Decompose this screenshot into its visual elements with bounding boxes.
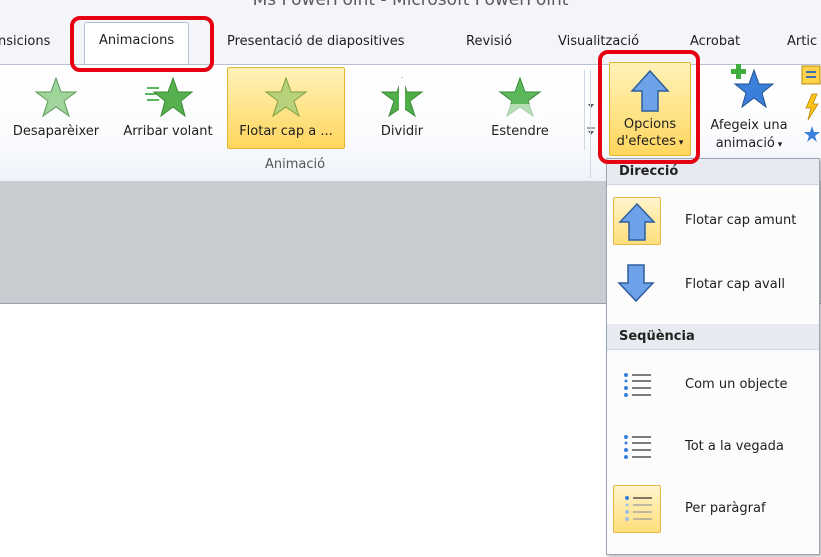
menu-item-label: Flotar cap amunt bbox=[685, 213, 797, 228]
menu-item-label: Flotar cap avall bbox=[685, 277, 785, 292]
animation-disappear[interactable]: Desaparèixer bbox=[0, 66, 112, 150]
star-split-icon bbox=[380, 76, 424, 118]
animation-label: Flotar cap a ... bbox=[239, 124, 333, 139]
add-animation-button[interactable]: Afegeix una animació ▾ bbox=[700, 60, 798, 152]
group-separator bbox=[590, 70, 591, 178]
tab-view[interactable]: Visualització bbox=[558, 34, 639, 49]
menu-item-by-paragraph[interactable]: Per paràgraf bbox=[607, 479, 819, 541]
add-animation-label-2: animació bbox=[715, 136, 775, 151]
menu-item-all-at-once[interactable]: Tot a la vegada bbox=[607, 417, 819, 479]
window-title-bar: Ms PowerPoint - Microsoft PowerPoint bbox=[0, 0, 821, 14]
add-star-icon bbox=[731, 64, 774, 108]
animation-fly-in[interactable]: Arribar volant bbox=[114, 66, 222, 150]
menu-item-label: Per paràgraf bbox=[685, 501, 766, 516]
animation-split[interactable]: Dividir bbox=[350, 66, 454, 150]
tab-review[interactable]: Revisió bbox=[466, 34, 512, 49]
dropdown-arrow-icon: ▾ bbox=[774, 140, 783, 150]
menu-item-as-one-object[interactable]: Com un objecte bbox=[607, 355, 819, 417]
highlight-animations-tab bbox=[70, 16, 214, 72]
effect-options-menu: Direcció Flotar cap amunt Flotar cap ava… bbox=[606, 158, 820, 555]
menu-item-icon-box bbox=[613, 197, 661, 245]
highlight-effect-options bbox=[598, 50, 700, 164]
menu-item-label: Com un objecte bbox=[685, 377, 788, 392]
tab-article[interactable]: Artic bbox=[787, 34, 817, 49]
group-label-animation: Animació bbox=[264, 157, 326, 172]
tab-acrobat[interactable]: Acrobat bbox=[690, 34, 740, 49]
window-title: Ms PowerPoint - Microsoft PowerPoint bbox=[252, 0, 569, 10]
animation-wipe[interactable]: Estendre bbox=[468, 66, 572, 150]
star-wipe-icon bbox=[498, 76, 542, 118]
list-bullets-faded-icon bbox=[625, 496, 652, 521]
tab-slide-show[interactable]: Presentació de diapositives bbox=[227, 34, 405, 49]
menu-header-sequence: Seqüència bbox=[607, 324, 819, 350]
arrow-down-icon bbox=[617, 264, 655, 303]
list-bullets-icon bbox=[624, 373, 651, 397]
animation-pane-icons[interactable] bbox=[800, 64, 821, 148]
animation-label: Estendre bbox=[491, 124, 549, 139]
menu-item-icon-box bbox=[613, 261, 661, 309]
gallery-scroll-arrows-icon bbox=[587, 104, 595, 135]
menu-item-float-up[interactable]: Flotar cap amunt bbox=[607, 191, 819, 253]
star-fly-in-icon bbox=[145, 76, 193, 118]
menu-item-float-down[interactable]: Flotar cap avall bbox=[607, 255, 819, 317]
tab-transitions[interactable]: nsicions bbox=[0, 34, 50, 49]
list-bullets-icon bbox=[624, 435, 651, 459]
add-animation-label-1: Afegeix una bbox=[710, 118, 788, 133]
star-disappear-icon bbox=[34, 76, 78, 118]
menu-item-icon-box bbox=[613, 423, 661, 471]
menu-item-label: Tot a la vegada bbox=[685, 439, 784, 454]
animation-label: Arribar volant bbox=[123, 124, 213, 139]
arrow-up-icon bbox=[618, 202, 656, 241]
menu-item-icon-box bbox=[613, 485, 661, 533]
animation-label: Desaparèixer bbox=[12, 124, 100, 139]
star-float-icon bbox=[264, 76, 308, 118]
menu-item-icon-box bbox=[613, 361, 661, 409]
animation-label: Dividir bbox=[380, 124, 424, 139]
animation-float-in[interactable]: Flotar cap a ... bbox=[227, 67, 345, 149]
